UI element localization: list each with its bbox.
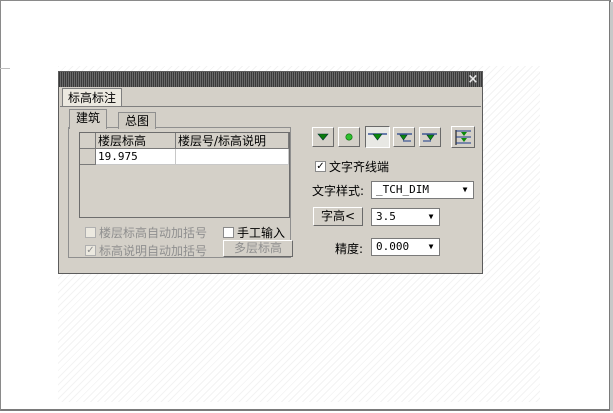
symbol-button-4[interactable]: [393, 127, 415, 147]
text-style-value: _TCH_DIM: [376, 183, 429, 196]
multi-floor-button[interactable]: 多层标高: [223, 240, 293, 257]
close-icon[interactable]: ×: [467, 72, 479, 87]
elevation-dialog: × 标高标注 建筑 总图 楼层标高 楼层号/标高说明 19.975 楼层标高自动…: [58, 71, 483, 274]
text-style-select[interactable]: _TCH_DIM ▼: [371, 181, 474, 199]
checkbox-label: 文字齐线端: [329, 160, 390, 174]
dialog-title-tab: 标高标注: [62, 88, 123, 107]
elevation-left-flag-icon: [422, 133, 437, 142]
dialog-titlebar[interactable]: ×: [59, 72, 482, 87]
checkbox-box: [223, 227, 234, 238]
canvas-tick: [0, 68, 10, 69]
checkbox-box: ✓: [315, 161, 326, 172]
text-style-label: 文字样式:: [312, 184, 365, 198]
symbol-button-2[interactable]: [338, 127, 360, 147]
font-height-value: 3.5: [376, 210, 396, 223]
text-align-checkbox[interactable]: ✓ 文字齐线端: [315, 158, 389, 175]
elevation-filled-triangle-icon: [317, 133, 329, 141]
chevron-down-icon: ▼: [462, 185, 468, 194]
font-height-button[interactable]: 字高<: [313, 207, 363, 226]
floor-elevation-table: 楼层标高 楼层号/标高说明 19.975: [79, 132, 290, 218]
table-empty-area: [96, 165, 289, 217]
column-header-floor-note[interactable]: 楼层号/标高说明: [176, 133, 289, 149]
cell-elevation[interactable]: 19.975: [96, 149, 176, 165]
dialog-divider: [60, 106, 481, 107]
cell-floor-note[interactable]: [176, 149, 289, 165]
checkbox-label: 手工输入: [237, 226, 286, 240]
checkbox-box: [85, 227, 96, 238]
column-header-elevation[interactable]: 楼层标高: [96, 133, 176, 149]
tab-architecture[interactable]: 建筑: [69, 109, 108, 129]
row-selector[interactable]: [80, 149, 96, 165]
manual-input-checkbox[interactable]: 手工输入: [223, 224, 285, 241]
checkbox-label: 标高说明自动加括号: [99, 244, 208, 258]
elevation-multi-level-icon: [455, 130, 471, 145]
auto-bracket-note-checkbox[interactable]: ✓ 标高说明自动加括号: [85, 242, 207, 259]
precision-label: 精度:: [335, 242, 364, 256]
tab-general-plan[interactable]: 总图: [118, 112, 157, 129]
precision-value: 0.000: [376, 240, 410, 253]
symbol-button-6[interactable]: [451, 126, 475, 148]
symbol-button-1[interactable]: [312, 127, 334, 147]
elevation-right-flag-icon: [397, 133, 412, 142]
checkbox-label: 楼层标高自动加括号: [99, 226, 208, 240]
symbol-button-3[interactable]: [365, 126, 390, 148]
chevron-down-icon: ▼: [428, 242, 434, 251]
elevation-triangle-line-icon: [368, 133, 387, 141]
table-corner: [80, 133, 96, 149]
elevation-dot-icon: [345, 133, 353, 141]
auto-bracket-floor-checkbox[interactable]: 楼层标高自动加括号: [85, 224, 207, 241]
font-height-select[interactable]: 3.5 ▼: [371, 208, 440, 226]
precision-select[interactable]: 0.000 ▼: [371, 238, 440, 256]
chevron-down-icon: ▼: [428, 212, 434, 221]
checkbox-box: ✓: [85, 245, 96, 256]
symbol-button-5[interactable]: [419, 127, 441, 147]
